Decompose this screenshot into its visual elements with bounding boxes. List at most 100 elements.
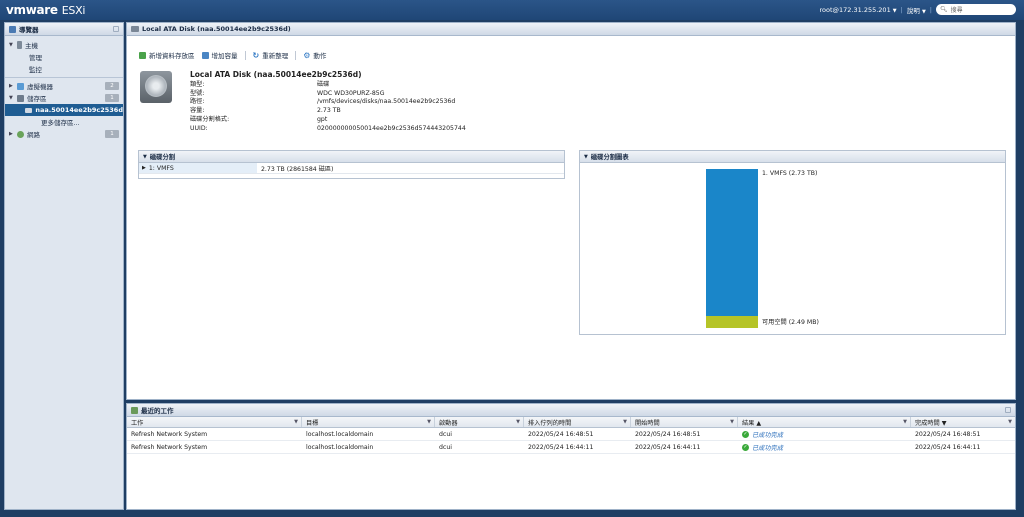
actions-label: 動作 [313,52,327,60]
property-row: 路徑: /vmfs/devices/disks/naa.50014ee2b9c25… [190,98,466,107]
nav-item-monitor[interactable]: 監控 [5,63,123,75]
nav-label-more-storage: 更多儲存區... [41,119,80,127]
nav-label-vms: 虛擬機器 [27,83,53,91]
column-label: 啟動器 [439,419,458,427]
new-datastore-button[interactable]: 新增資料存放區 [139,50,195,60]
collapse-icon[interactable]: ▼ [584,154,588,160]
new-datastore-label: 新增資料存放區 [149,52,195,60]
property-key: 類型: [190,81,205,88]
actions-button[interactable]: ⚙ 動作 [303,50,327,61]
expand-icon[interactable]: ▶ [142,165,146,171]
tasks-grid-header: 工作 ▼ 目標 ▼ 啟動器 ▼ 排入佇列的時間 ▼ 開始時間 ▼ 結果 ▲ ▼ 完成時間 ▼… [127,417,1015,428]
partitions-header[interactable]: ▼ 磁碟分割 [139,151,564,163]
column-header-target[interactable]: 目標 ▼ [302,417,435,427]
nav-label-monitor: 監控 [29,66,42,74]
partition-chart-panel: ▼ 磁碟分割圖表 1. VMFS (2.73 TB) 可用空間 (2.49 MB… [579,150,1006,335]
user-menu[interactable]: root@172.31.255.201 ▼ [819,6,896,14]
help-label: 說明 [906,6,920,15]
column-header-started[interactable]: 開始時間 ▼ [631,417,738,427]
toolbar: 新增資料存放區 增加容量 ↻ 重新整理 ⚙ 動作 [139,50,326,60]
property-value: 020000000050014ee2b9c2536d574443205744 [317,124,466,132]
nav-item-host[interactable]: ▼ 主機 [5,39,123,51]
vm-icon [17,82,24,90]
help-menu[interactable]: 說明 ▼ [907,5,926,15]
expand-icon[interactable]: ▶ [9,83,14,89]
search-placeholder: 搜尋 [950,7,963,14]
expand-icon[interactable]: ▶ [9,131,14,137]
partition-chart-header[interactable]: ▼ 磁碟分割圖表 [580,151,1005,163]
rescan-button[interactable]: ↻ 重新整理 [253,50,289,61]
chevron-down-icon: ▼ [921,8,926,15]
collapse-icon[interactable]: ▼ [143,154,147,160]
top-right-controls: root@172.31.255.201 ▼ | 說明 ▼ | 🔍︎ 搜尋 [819,4,1016,15]
cell-task: Refresh Network System [131,430,208,438]
vmfs-partition-label: 1. VMFS (2.73 TB) [762,170,818,177]
property-row: UUID: 020000000050014ee2b9c2536d574443205… [190,125,466,134]
nav-item-more-storage[interactable]: 更多儲存區... [5,116,123,128]
property-value: /vmfs/devices/disks/naa.50014ee2b9c2536d [317,98,456,106]
collapse-icon[interactable] [1005,407,1011,413]
disk-properties: 類型: 磁碟 型號: WDC WD30PURZ-85G 路徑: /vmfs/devic… [190,81,466,133]
free-space-label: 可用空間 (2.49 MB) [762,319,819,326]
property-value: 磁碟 [317,81,330,88]
chevron-down-icon[interactable]: ▼ [427,419,431,425]
nav-item-storage[interactable]: ▼ 儲存區 1 [5,92,123,104]
add-capacity-icon [201,51,209,59]
nav-item-disk-selected[interactable]: naa.50014ee2b9c2536d [5,104,123,116]
navigator-panel: 導覽器 ▼ 主機 管理 監控 ▶ 虛擬機器 2 ▼ 儲存區 1 naa.5001… [4,22,124,510]
expand-icon[interactable]: ▼ [9,42,14,48]
partition-size: 2.73 TB (2861584 磁區) [261,165,334,173]
property-value: 2.73 TB [317,107,341,115]
property-value: gpt [317,115,328,123]
column-header-result[interactable]: 結果 ▲ ▼ [738,417,911,427]
column-label: 工作 [131,419,144,427]
divider: | [900,5,903,14]
brand-vmware: vmware [6,3,58,17]
add-capacity-button[interactable]: 增加容量 [201,50,238,60]
chevron-down-icon[interactable]: ▼ [1008,419,1012,425]
cell-completed: 2022/05/24 16:48:51 [915,430,981,438]
chevron-down-icon[interactable]: ▼ [623,419,627,425]
expand-icon[interactable]: ▼ [9,95,14,101]
column-label: 排入佇列的時間 [528,419,572,427]
chevron-down-icon[interactable]: ▼ [730,419,734,425]
column-header-initiator[interactable]: 啟動器 ▼ [435,417,524,427]
column-label: 開始時間 [635,419,660,427]
storage-count-badge: 1 [105,94,119,102]
divider [5,77,123,78]
nav-item-manage[interactable]: 管理 [5,51,123,63]
column-header-task[interactable]: 工作 ▼ [127,417,302,427]
vmfs-partition-bar [706,169,758,316]
property-key: 容量: [190,107,205,115]
search-input[interactable]: 🔍︎ 搜尋 [936,4,1016,15]
property-key: 型號: [190,89,205,97]
top-bar: vmware ESXi root@172.31.255.201 ▼ | 說明 ▼ … [0,0,1024,20]
partition-row[interactable]: ▶ 1: VMFS 2.73 TB (2861584 磁區) [139,163,564,174]
result-link[interactable]: 已成功完成 [752,443,783,452]
collapse-icon[interactable] [113,26,119,32]
table-row[interactable]: Refresh Network System localhost.localdo… [127,428,1015,441]
hard-disk-image [140,71,172,103]
navigator-icon [9,25,16,33]
main-header: Local ATA Disk (naa.50014ee2b9c2536d) [127,23,1015,36]
chevron-down-icon[interactable]: ▼ [516,419,520,425]
disk-icon [25,107,33,113]
result-link[interactable]: 已成功完成 [752,430,783,439]
chevron-down-icon[interactable]: ▼ [903,419,907,425]
column-header-queued[interactable]: 排入佇列的時間 ▼ [524,417,631,427]
nav-item-network[interactable]: ▶ 網路 1 [5,128,123,140]
success-icon: ✓ [742,443,749,451]
column-header-completed[interactable]: 完成時間 ▼ ▼ [911,417,1015,427]
partition-name: 1: VMFS [148,164,174,172]
host-icon [17,41,22,49]
main-title: Local ATA Disk (naa.50014ee2b9c2536d) [142,25,291,33]
cell-result: ✓ 已成功完成 [738,443,911,452]
property-value: WDC WD30PURZ-85G [317,89,385,97]
chevron-down-icon[interactable]: ▼ [294,419,298,425]
recent-tasks-header: 最近的工作 [127,404,1015,417]
nav-item-vms[interactable]: ▶ 虛擬機器 2 [5,80,123,92]
gear-icon: ⚙ [303,50,311,60]
new-datastore-icon [139,51,146,59]
table-row[interactable]: Refresh Network System localhost.localdo… [127,441,1015,454]
network-count-badge: 1 [105,130,119,138]
